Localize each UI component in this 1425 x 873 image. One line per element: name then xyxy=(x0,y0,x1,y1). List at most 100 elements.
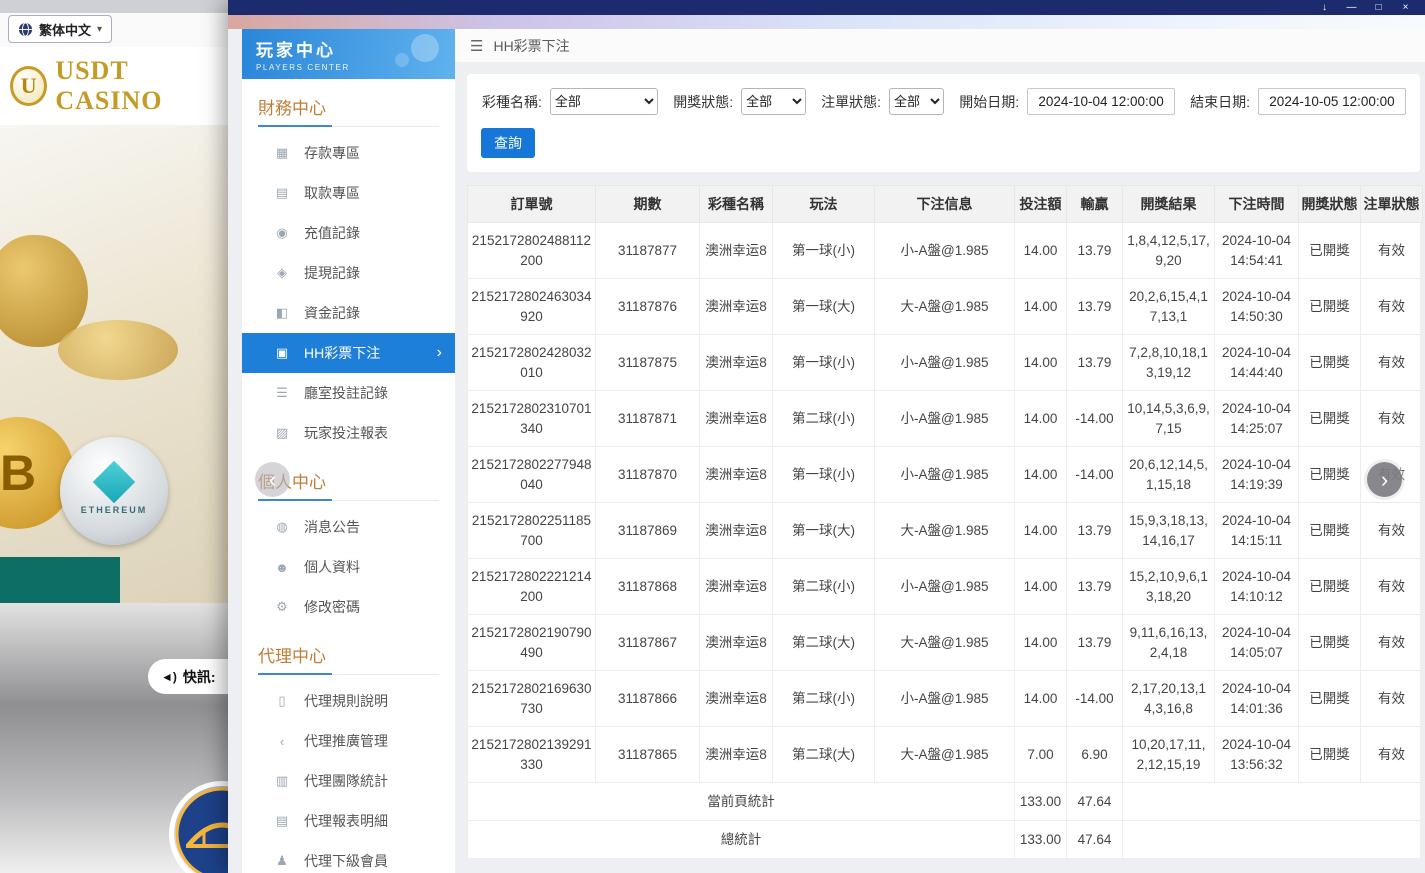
agent-members-icon: ♟ xyxy=(274,853,290,869)
period-cell: 31187877 xyxy=(596,223,700,279)
table-row: 215217280219079049031187867澳洲幸运8第二球(大)大-… xyxy=(468,615,1423,671)
announcement-icon: ◍ xyxy=(274,519,290,535)
sidebar-item-room-bet-records[interactable]: ☰廳室投註記錄 xyxy=(242,373,455,413)
agent-report-icon: ▤ xyxy=(274,813,290,829)
sidebar-item-change-password[interactable]: ⚙修改密碼 xyxy=(242,587,455,627)
play-cell: 第一球(小) xyxy=(773,223,875,279)
lottery-cell: 澳洲幸运8 xyxy=(700,279,773,335)
table-row: 215217280246303492031187876澳洲幸运8第一球(大)大-… xyxy=(468,279,1423,335)
bet-cell: 14.00 xyxy=(1015,223,1067,279)
bet-cell: 14.00 xyxy=(1015,671,1067,727)
period-cell: 31187867 xyxy=(596,615,700,671)
header-gradient-strip xyxy=(228,15,1425,29)
banner-accent-strip xyxy=(0,557,120,603)
table-row: 215217280222121420031187868澳洲幸运8第二球(小)小-… xyxy=(468,559,1423,615)
sidebar-item-agent-report-detail[interactable]: ▤代理報表明細 xyxy=(242,801,455,841)
sidebar-item-hh-lottery-bets[interactable]: ▣HH彩票下注› xyxy=(242,333,455,373)
bet-cell: 7.00 xyxy=(1015,727,1067,783)
room-bet-record-icon: ☰ xyxy=(274,385,290,401)
sidebar-item-label: 玩家投注報表 xyxy=(304,423,388,443)
column-header: 訂單號 xyxy=(468,186,596,223)
content-topbar: ☰ HH彩票下注 xyxy=(455,29,1425,62)
sidebar-item-agent-team-stats[interactable]: ▥代理團隊統計 xyxy=(242,761,455,801)
time-cell: 2024-10-04 14:25:07 xyxy=(1215,391,1299,447)
order-status-label: 注單狀態: xyxy=(821,92,881,112)
lottery-cell: 澳洲幸运8 xyxy=(700,335,773,391)
table-row: 215217280242803201031187875澳洲幸运8第一球(小)小-… xyxy=(468,335,1423,391)
sidebar-item-profile[interactable]: ☻個人資料 xyxy=(242,547,455,587)
result-cell: 9,11,6,16,13,2,4,18 xyxy=(1123,615,1215,671)
funds-record-icon: ◧ xyxy=(274,305,290,321)
sidebar-item-fund-records[interactable]: ◧資金記錄 xyxy=(242,293,455,333)
time-cell: 2024-10-04 14:10:12 xyxy=(1215,559,1299,615)
time-cell: 2024-10-04 14:44:40 xyxy=(1215,335,1299,391)
info-cell: 小-A盤@1.985 xyxy=(875,391,1015,447)
order-status-select[interactable]: 全部 xyxy=(889,88,944,115)
column-header: 輸贏 xyxy=(1067,186,1123,223)
result-cell: 15,9,3,18,13,14,16,17 xyxy=(1123,503,1215,559)
order-cell: 2152172802190790490 xyxy=(468,615,596,671)
period-cell: 31187869 xyxy=(596,503,700,559)
table-row: 215217280216963073031187866澳洲幸运8第二球(小)小-… xyxy=(468,671,1423,727)
draw-status-select[interactable]: 全部 xyxy=(741,88,806,115)
minimize-icon[interactable]: — xyxy=(1338,0,1365,15)
result-cell: 20,6,12,14,5,1,15,18 xyxy=(1123,447,1215,503)
end-date-input[interactable] xyxy=(1258,88,1406,115)
draw_status-cell: 已開獎 xyxy=(1299,727,1361,783)
order_status-cell: 有效 xyxy=(1361,391,1423,447)
sidebar-item-label: HH彩票下注 xyxy=(304,343,380,363)
language-label: 繁体中文 xyxy=(39,20,91,39)
result-cell: 7,2,8,10,18,13,19,12 xyxy=(1123,335,1215,391)
sidebar-item-label: 代理團隊統計 xyxy=(304,771,388,791)
bet-cell: 14.00 xyxy=(1015,447,1067,503)
play-cell: 第一球(小) xyxy=(773,447,875,503)
win-cell: 13.79 xyxy=(1067,503,1123,559)
site-logo[interactable]: U USDT CASINO xyxy=(0,47,228,125)
cashout-record-icon: ◈ xyxy=(274,265,290,281)
maximize-icon[interactable]: □ xyxy=(1365,0,1392,15)
column-header: 開獎狀態 xyxy=(1299,186,1361,223)
sidebar-item-agent-rules[interactable]: ▯代理規則說明 xyxy=(242,681,455,721)
info-cell: 大-A盤@1.985 xyxy=(875,727,1015,783)
speaker-icon: ◄) xyxy=(161,670,177,684)
down-arrow-icon[interactable]: ↓ xyxy=(1311,0,1338,15)
start-date-input[interactable] xyxy=(1027,88,1175,115)
win-cell: 13.79 xyxy=(1067,279,1123,335)
lottery-name-select[interactable]: 全部 xyxy=(550,88,658,115)
news-ticker: ◄) 快訊: xyxy=(148,659,228,694)
result-cell: 2,17,20,13,14,3,16,8 xyxy=(1123,671,1215,727)
carousel-prev-button[interactable]: ‹ xyxy=(255,462,290,497)
play-cell: 第一球(小) xyxy=(773,335,875,391)
sidebar-item-deposit[interactable]: ▦存款專區 xyxy=(242,133,455,173)
period-cell: 31187875 xyxy=(596,335,700,391)
sidebar-item-agent-promotion[interactable]: ‹代理推廣管理 xyxy=(242,721,455,761)
language-selector[interactable]: 繁体中文 ▾ xyxy=(8,15,112,43)
close-icon[interactable]: × xyxy=(1392,0,1419,15)
sidebar-item-withdraw[interactable]: ▤取款專區 xyxy=(242,173,455,213)
site-logo-text: USDT CASINO xyxy=(55,56,228,116)
column-header: 下注信息 xyxy=(875,186,1015,223)
info-cell: 大-A盤@1.985 xyxy=(875,503,1015,559)
sidebar-item-recharge-records[interactable]: ◉充值記錄 xyxy=(242,213,455,253)
table-row: 215217280231070134031187871澳洲幸运8第二球(小)小-… xyxy=(468,391,1423,447)
end-date-label: 結束日期: xyxy=(1190,92,1250,112)
sidebar-subtitle: PLAYERS CENTER xyxy=(256,63,455,72)
lottery-cell: 澳洲幸运8 xyxy=(700,223,773,279)
sidebar-item-agent-members[interactable]: ♟代理下級會員 xyxy=(242,841,455,873)
summary-label-cell: 當前頁統計 xyxy=(468,783,1015,821)
carousel-next-button[interactable]: › xyxy=(1367,462,1402,497)
gold-coins-graphic xyxy=(58,320,178,380)
time-cell: 2024-10-04 14:05:07 xyxy=(1215,615,1299,671)
menu-icon[interactable]: ☰ xyxy=(470,37,483,55)
sidebar-item-cashout-records[interactable]: ◈提現記錄 xyxy=(242,253,455,293)
win-cell: 13.79 xyxy=(1067,223,1123,279)
sidebar-item-player-bet-report[interactable]: ▨玩家投注報表 xyxy=(242,413,455,453)
play-cell: 第二球(小) xyxy=(773,559,875,615)
ethereum-symbol xyxy=(93,461,135,503)
lottery-cell: 澳洲幸运8 xyxy=(700,615,773,671)
sidebar-item-announcements[interactable]: ◍消息公告 xyxy=(242,507,455,547)
order_status-cell: 有效 xyxy=(1361,727,1423,783)
table-row: 215217280248811220031187877澳洲幸运8第一球(小)小-… xyxy=(468,223,1423,279)
search-button[interactable]: 查詢 xyxy=(481,128,535,158)
time-cell: 2024-10-04 14:54:41 xyxy=(1215,223,1299,279)
